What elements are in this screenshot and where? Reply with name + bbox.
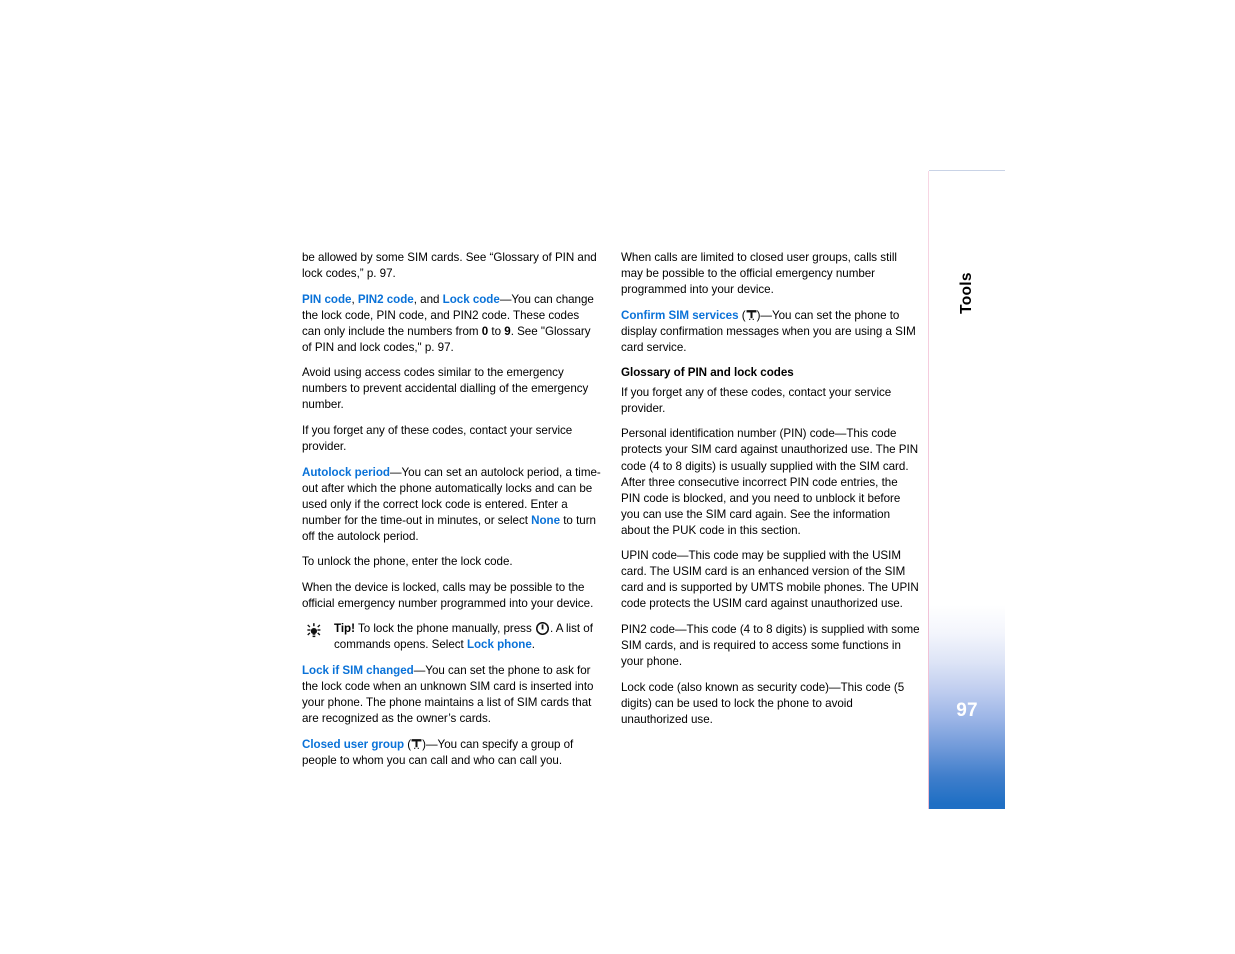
inline-bold-text: 0 <box>481 324 489 338</box>
body-paragraph: Lock if SIM changed—You can set the phon… <box>302 663 594 726</box>
body-paragraph: If you forget any of these codes, contac… <box>621 385 892 415</box>
right-column-paragraphs-after-heading: If you forget any of these codes, contac… <box>621 385 920 728</box>
right-column-paragraphs-before-heading: When calls are limited to closed user gr… <box>621 250 920 356</box>
body-paragraph: To unlock the phone, enter the lock code… <box>302 555 513 569</box>
left-column-paragraphs: be allowed by some SIM cards. See “Gloss… <box>302 250 601 612</box>
tip-text: Tip! To lock the phone manually, press .… <box>334 621 593 652</box>
body-paragraph: When the device is locked, calls may be … <box>302 580 594 610</box>
body-paragraph: If you forget any of these codes, contac… <box>302 423 573 453</box>
inline-ui-term: Autolock period <box>302 465 390 479</box>
network-antenna-icon <box>411 738 422 750</box>
body-paragraph: Confirm SIM services ()—You can set the … <box>621 308 916 354</box>
inline-ui-term: Lock code <box>442 292 500 306</box>
chapter-tab-label: Tools <box>958 272 975 314</box>
body-paragraph: PIN code, PIN2 code, and Lock code—You c… <box>302 292 594 354</box>
body-paragraph: Personal identification number (PIN) cod… <box>621 427 919 537</box>
body-paragraph: Autolock period—You can set an autolock … <box>302 465 601 543</box>
chapter-tab-label-wrap: Tools <box>929 213 1005 373</box>
body-paragraph: When calls are limited to closed user gr… <box>621 251 897 297</box>
inline-ui-term: Closed user group <box>302 737 405 751</box>
inline-ui-term: Lock phone <box>466 638 532 652</box>
body-paragraph: Avoid using access codes similar to the … <box>302 366 589 412</box>
inline-ui-term: None <box>531 513 561 527</box>
body-paragraph: Lock code (also known as security code)—… <box>621 680 905 726</box>
left-text-column: be allowed by some SIM cards. See “Gloss… <box>302 250 601 778</box>
network-antenna-icon <box>746 309 757 321</box>
inline-bold-text: 9 <box>504 324 511 338</box>
glossary-heading: Glossary of PIN and lock codes <box>621 366 794 380</box>
tip-callout: Tip! To lock the phone manually, press .… <box>302 621 601 653</box>
body-paragraph: be allowed by some SIM cards. See “Gloss… <box>302 251 597 281</box>
inline-ui-term: PIN code <box>302 292 352 306</box>
body-paragraph: Closed user group ()—You can specify a g… <box>302 737 574 767</box>
power-button-icon <box>535 621 549 635</box>
left-column-paragraphs-after-tip: Lock if SIM changed—You can set the phon… <box>302 663 601 769</box>
lightbulb-tip-icon <box>306 623 322 639</box>
inline-ui-term: PIN2 code <box>357 292 414 306</box>
body-paragraph: PIN2 code—This code (4 to 8 digits) is s… <box>621 622 920 669</box>
inline-ui-term: Confirm SIM services <box>621 308 739 322</box>
body-paragraph: UPIN code—This code may be supplied with… <box>621 549 919 611</box>
inline-bold-text: Tip! <box>334 622 355 636</box>
inline-ui-term: Lock if SIM changed <box>302 663 414 677</box>
right-text-column: When calls are limited to closed user gr… <box>621 250 920 737</box>
document-page: be allowed by some SIM cards. See “Gloss… <box>0 0 1235 954</box>
page-number: 97 <box>956 700 978 721</box>
chapter-side-tab: Tools 97 <box>928 170 1005 809</box>
